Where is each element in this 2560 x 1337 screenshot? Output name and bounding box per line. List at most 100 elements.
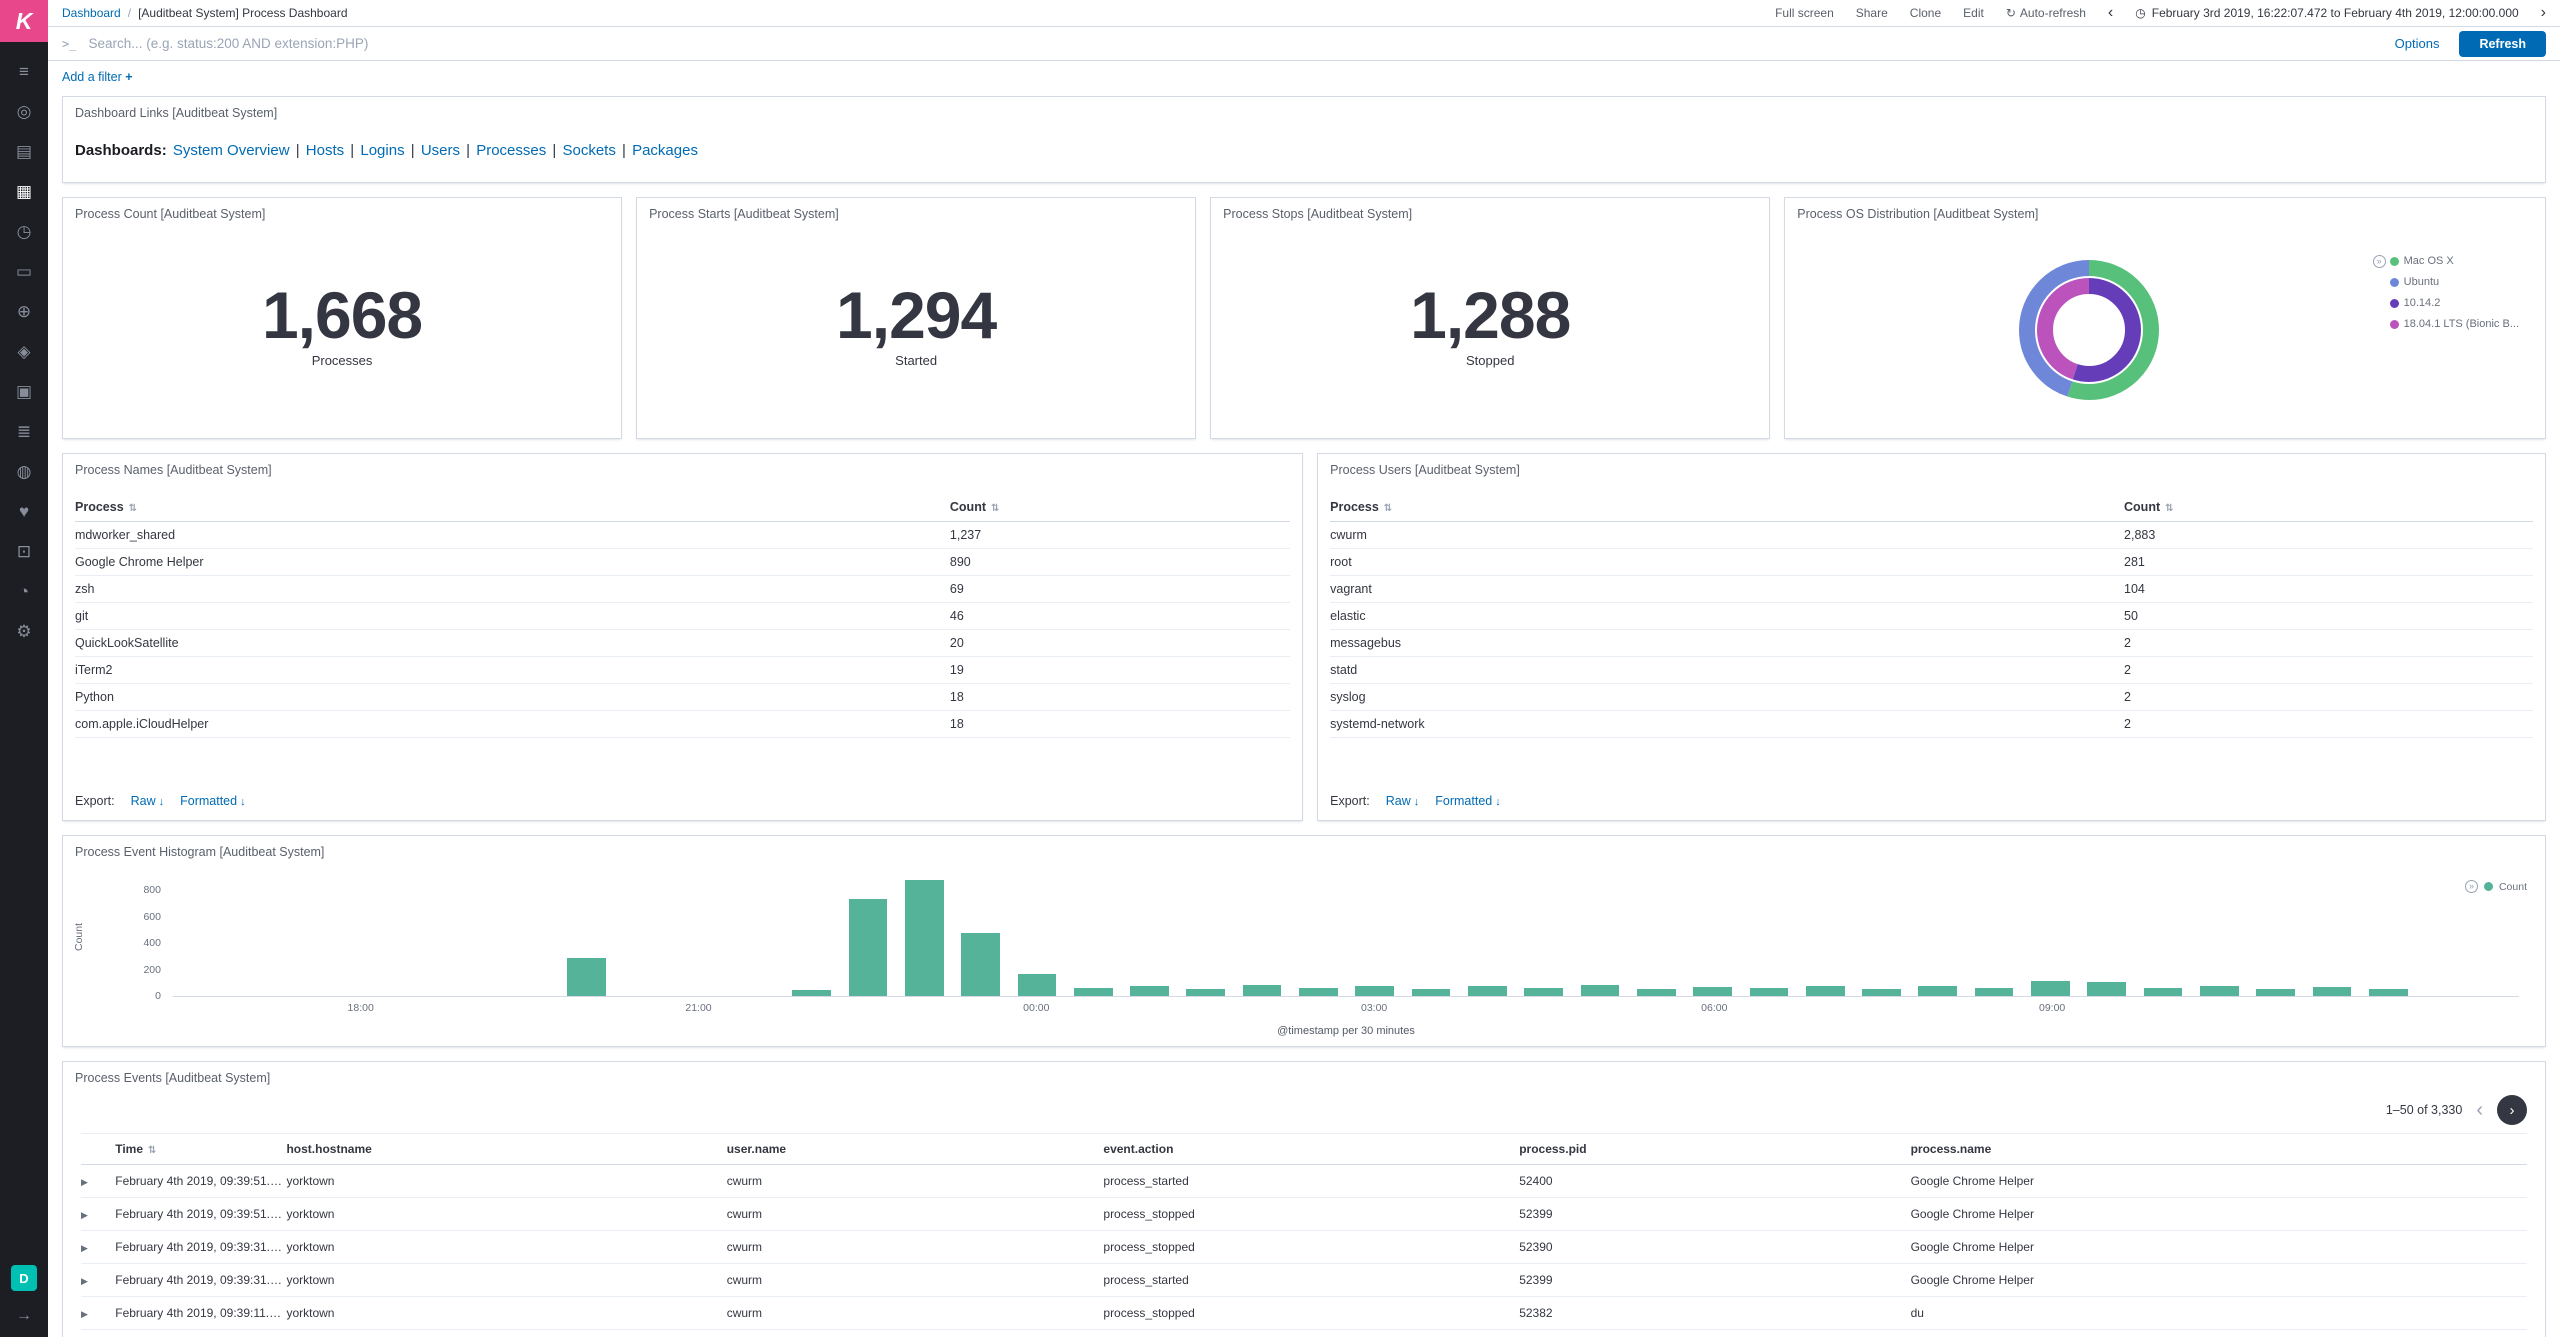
monitoring-icon[interactable]: ◔ <box>0 572 48 612</box>
histogram-bar[interactable] <box>1017 973 1057 996</box>
options-link[interactable]: Options <box>2395 36 2440 51</box>
expand-nav-icon[interactable]: → <box>16 1307 32 1325</box>
count-cell: 19 <box>949 656 1291 684</box>
export-raw-link[interactable]: Raw ↓ <box>131 794 165 808</box>
histogram-bar[interactable] <box>1186 988 1226 996</box>
histogram-bar[interactable] <box>904 879 944 996</box>
export-formatted-link[interactable]: Formatted ↓ <box>180 794 245 808</box>
histogram-bar[interactable] <box>1355 986 1395 996</box>
expand-row-icon[interactable]: ▶ <box>81 1309 88 1319</box>
infrastructure-icon[interactable]: ▣ <box>0 372 48 412</box>
column-header-user-name[interactable]: user.name <box>726 1133 1104 1165</box>
column-header-process[interactable]: Process ⇅ <box>1330 493 2125 522</box>
column-header-process-pid[interactable]: process.pid <box>1519 1133 1911 1165</box>
legend-dot-icon <box>2389 298 2399 308</box>
column-header-process-name[interactable]: process.name <box>1910 1133 2527 1165</box>
top-link-full-screen[interactable]: Full screen <box>1775 6 1834 20</box>
histogram-bar[interactable] <box>2087 981 2127 996</box>
breadcrumb-dashboard-link[interactable]: Dashboard <box>62 6 121 20</box>
top-link-clone[interactable]: Clone <box>1910 6 1941 20</box>
dashboard-links-line: System Overview | Hosts | Logins | Users… <box>171 142 700 159</box>
histogram-bar[interactable] <box>1580 985 1620 996</box>
column-header-count[interactable]: Count ⇅ <box>2124 493 2533 522</box>
histogram-bar[interactable] <box>2199 986 2239 996</box>
histogram-bar[interactable] <box>1073 988 1113 996</box>
apm-icon[interactable]: ◍ <box>0 452 48 492</box>
legend-item-ubuntu[interactable]: Ubuntu <box>2389 276 2519 288</box>
dashboard-link-system-overview[interactable]: System Overview <box>173 142 290 159</box>
maps-icon[interactable]: ⊕ <box>0 292 48 332</box>
histogram-bar[interactable] <box>1974 988 2014 996</box>
legend-item-18-04-1-lts-bionic-b[interactable]: 18.04.1 LTS (Bionic B... <box>2389 318 2519 330</box>
time-range-button[interactable]: ◷ February 3rd 2019, 16:22:07.472 to Febr… <box>2135 6 2518 20</box>
timelion-icon[interactable]: ◷ <box>0 212 48 252</box>
histogram-bar[interactable] <box>792 990 832 996</box>
uptime-icon[interactable]: ♥ <box>0 492 48 532</box>
dashboard-icon[interactable]: ▦ <box>0 172 48 212</box>
add-filter-link[interactable]: Add a filter + <box>62 70 133 84</box>
histogram-bar[interactable] <box>1918 986 1958 996</box>
histogram-bar[interactable] <box>2368 989 2408 996</box>
column-header-event-action[interactable]: event.action <box>1103 1133 1520 1165</box>
logs-icon[interactable]: ≣ <box>0 412 48 452</box>
histogram-bar[interactable] <box>2143 988 2183 996</box>
histogram-bar[interactable] <box>2256 988 2295 996</box>
column-header-process[interactable]: Process ⇅ <box>75 493 950 522</box>
dashboard-link-logins[interactable]: Logins <box>360 142 404 159</box>
histogram-bar[interactable] <box>1411 988 1451 996</box>
link-separator: | <box>406 142 419 159</box>
histogram-bar[interactable] <box>1749 988 1789 996</box>
histogram-bar[interactable] <box>1805 985 1845 996</box>
dashboard-link-users[interactable]: Users <box>421 142 460 159</box>
previous-page-icon[interactable]: ‹ <box>2476 1100 2483 1120</box>
histogram-bar[interactable] <box>1524 988 1563 996</box>
auto-refresh-button[interactable]: ↻ Auto-refresh <box>2006 6 2086 20</box>
histogram-bar[interactable] <box>1242 985 1282 996</box>
machine-learning-icon[interactable]: ◈ <box>0 332 48 372</box>
search-input[interactable] <box>88 36 2383 51</box>
link-separator: | <box>346 142 359 159</box>
column-header-time[interactable]: Time ⇅ <box>115 1133 287 1165</box>
legend-item-mac-os-x[interactable]: Mac OS X <box>2389 255 2519 267</box>
dashboard-link-processes[interactable]: Processes <box>476 142 546 159</box>
histogram-bar[interactable] <box>1693 986 1732 996</box>
dashboard-link-packages[interactable]: Packages <box>632 142 698 159</box>
top-link-share[interactable]: Share <box>1856 6 1888 20</box>
menu-icon[interactable]: ≡ <box>0 52 48 92</box>
expand-row-icon[interactable]: ▶ <box>81 1210 88 1220</box>
column-header-count[interactable]: Count ⇅ <box>949 493 1291 522</box>
time-forward-icon[interactable]: › <box>2541 5 2546 21</box>
refresh-button[interactable]: Refresh <box>2459 30 2546 57</box>
histogram-bar[interactable] <box>1862 988 1901 996</box>
clock-icon: ◷ <box>2135 6 2146 20</box>
histogram-bar[interactable] <box>1130 986 1169 996</box>
export-formatted-link[interactable]: Formatted ↓ <box>1435 794 1500 808</box>
legend-item-10-14-2[interactable]: 10.14.2 <box>2389 297 2519 309</box>
expand-row-icon[interactable]: ▶ <box>81 1177 88 1187</box>
management-icon[interactable]: ⚙ <box>0 612 48 652</box>
top-link-edit[interactable]: Edit <box>1963 6 1984 20</box>
histogram-bar[interactable] <box>1636 988 1676 996</box>
histogram-bar[interactable] <box>2031 980 2070 996</box>
dashboard-link-hosts[interactable]: Hosts <box>306 142 344 159</box>
export-raw-link[interactable]: Raw ↓ <box>1386 794 1420 808</box>
histogram-bar[interactable] <box>1467 985 1507 996</box>
histogram-bar[interactable] <box>2312 987 2352 996</box>
dashboard-link-sockets[interactable]: Sockets <box>562 142 615 159</box>
visualize-icon[interactable]: ▤ <box>0 132 48 172</box>
column-header-host-hostname[interactable]: host.hostname <box>286 1133 727 1165</box>
histogram-bar[interactable] <box>961 932 1000 996</box>
histogram-bar[interactable] <box>567 957 606 996</box>
histogram-bar[interactable] <box>848 898 888 996</box>
discover-icon[interactable]: ◎ <box>0 92 48 132</box>
dev-tools-icon[interactable]: ⊡ <box>0 532 48 572</box>
legend-toggle-icon[interactable]: » <box>2372 255 2386 268</box>
expand-row-icon[interactable]: ▶ <box>81 1243 88 1253</box>
kibana-logo[interactable]: K <box>0 0 48 42</box>
expand-row-icon[interactable]: ▶ <box>81 1276 88 1286</box>
next-page-button[interactable]: › <box>2497 1095 2527 1125</box>
canvas-icon[interactable]: ▭ <box>0 252 48 292</box>
histogram-bar[interactable] <box>1299 988 1338 996</box>
space-badge[interactable]: D <box>11 1265 37 1291</box>
time-back-icon[interactable]: ‹ <box>2108 5 2113 21</box>
